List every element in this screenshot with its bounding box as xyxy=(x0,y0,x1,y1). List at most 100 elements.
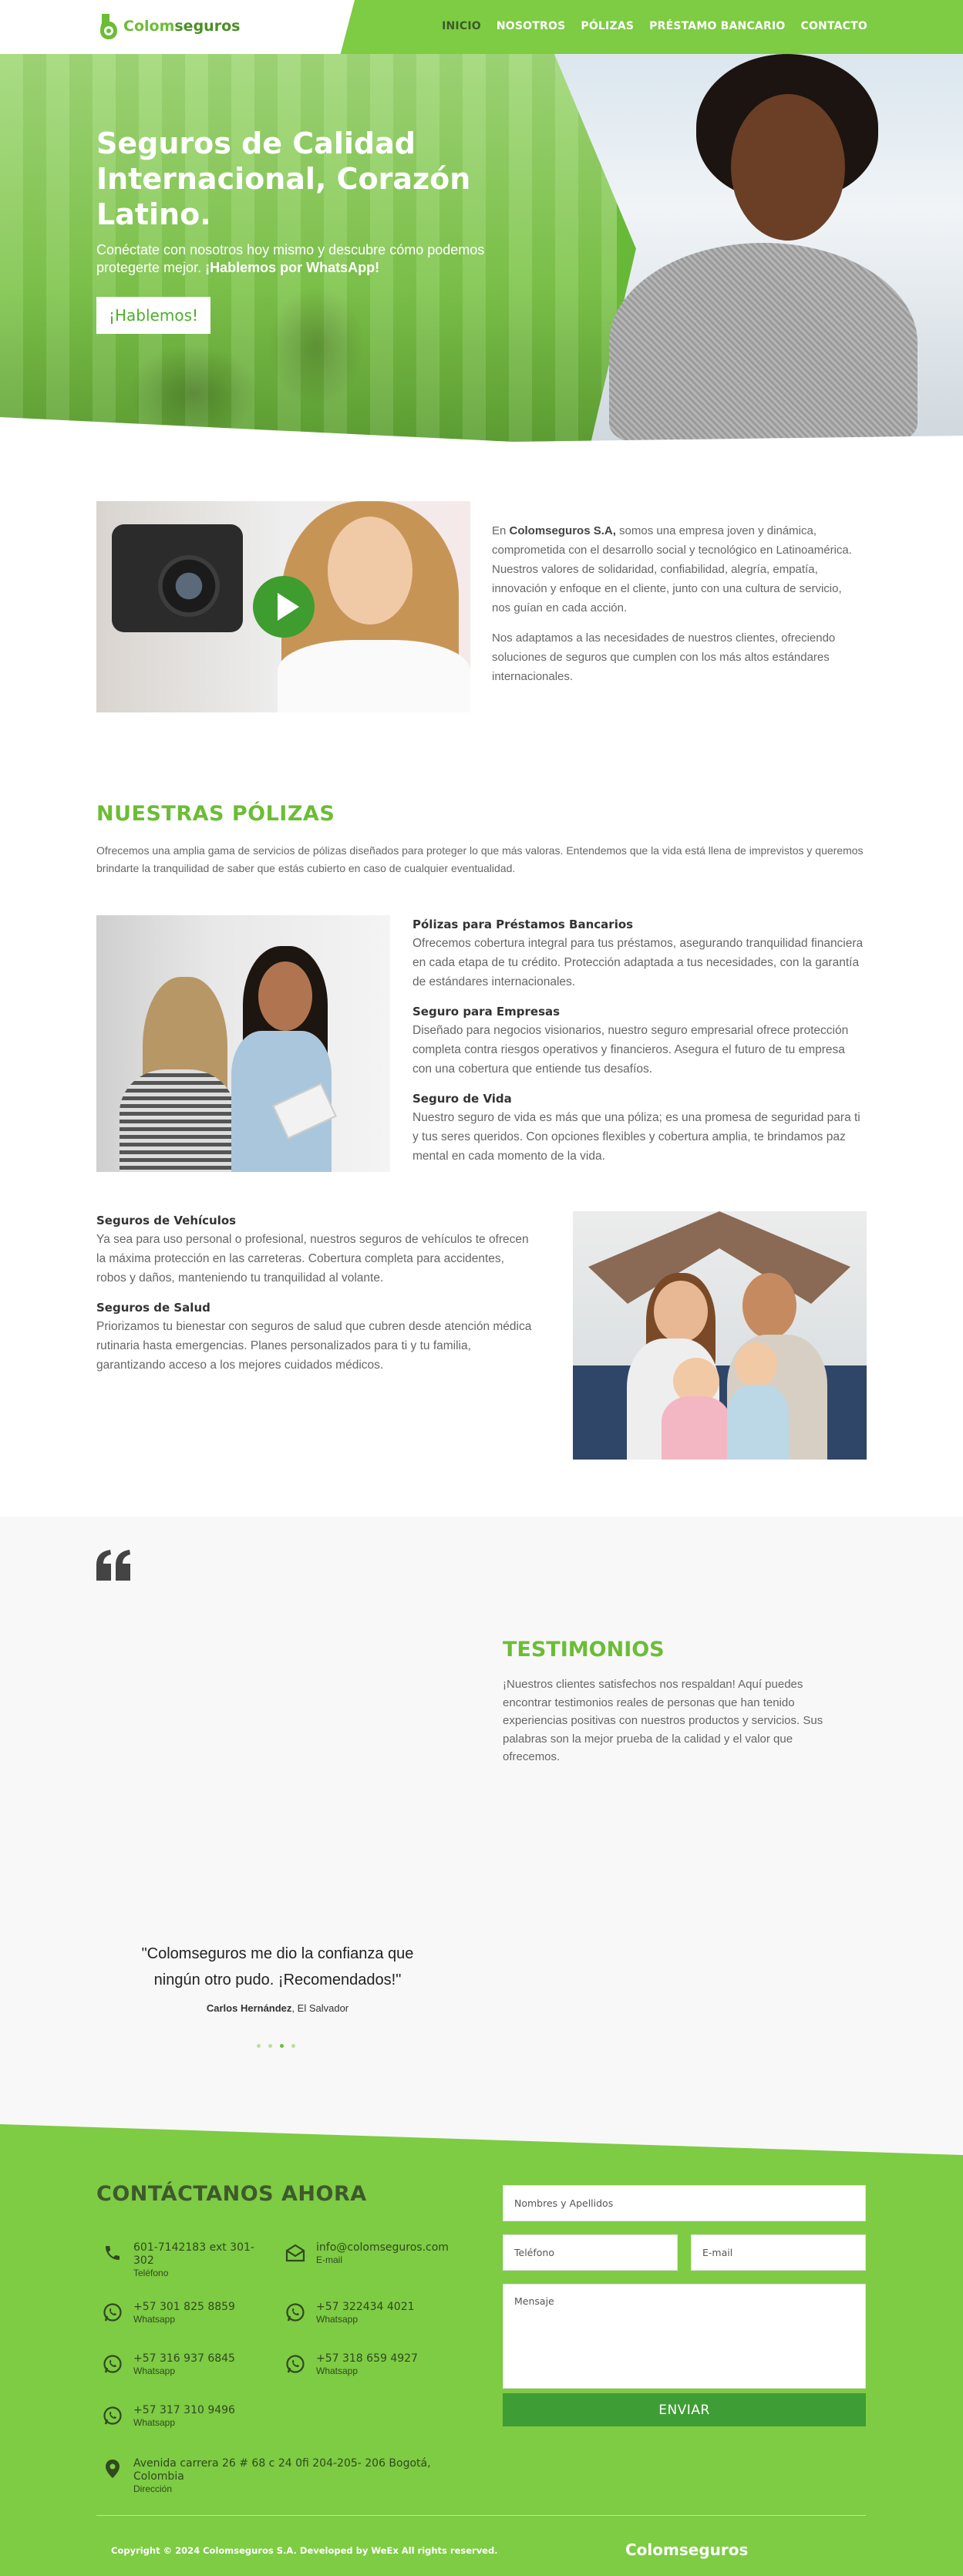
policies-title: NUESTRAS PÓLIZAS xyxy=(96,802,335,826)
contact-item-whatsapp: +57 316 937 6845 Whatsapp xyxy=(103,2352,235,2377)
photo-mother-face xyxy=(654,1281,708,1342)
name-field[interactable]: Nombres y Apellidos xyxy=(503,2185,866,2221)
whatsapp-icon xyxy=(285,2302,305,2322)
photo-woman1-body xyxy=(120,1069,235,1172)
whatsapp-icon xyxy=(285,2354,305,2374)
testimonial-author-location: , El Salvador xyxy=(291,2002,349,2014)
logo-icon xyxy=(99,12,119,40)
camera-shape xyxy=(112,524,243,632)
testimonial-author: Carlos Hernández, El Salvador xyxy=(123,2002,432,2014)
slider-dot[interactable] xyxy=(280,2044,284,2048)
contact-value[interactable]: info@colomseguros.com xyxy=(316,2241,449,2254)
testimonial-author-name: Carlos Hernández xyxy=(206,2002,292,2014)
policies-intro: Ofrecemos una amplia gama de servicios d… xyxy=(96,844,864,874)
contact-label: E-mail xyxy=(316,2254,343,2265)
testimonials-title: TESTIMONIOS xyxy=(503,1638,665,1662)
slider-dot[interactable] xyxy=(268,2044,272,2048)
hero-subtitle: Conéctate con nosotros hoy mismo y descu… xyxy=(96,241,497,277)
top-navbar: Colomseguros INICIO NOSOTROS PÓLIZAS PRÉ… xyxy=(0,0,963,54)
photo-father-face xyxy=(742,1273,796,1339)
policy-text: Nuestro seguro de vida es más que una pó… xyxy=(412,1111,860,1163)
testimonials-section: TESTIMONIOS ¡Nuestros clientes satisfech… xyxy=(0,1517,963,2118)
presenter-top xyxy=(278,640,470,712)
contact-label: Whatsapp xyxy=(133,2366,176,2376)
phone-field[interactable]: Teléfono xyxy=(503,2234,678,2271)
contact-label: Dirección xyxy=(133,2483,173,2494)
policies-women-photo xyxy=(96,915,390,1172)
send-button[interactable]: ENVIAR xyxy=(503,2393,866,2426)
location-pin-icon xyxy=(103,2459,123,2479)
phone-icon xyxy=(103,2243,123,2263)
logo-text-part2: seguros xyxy=(174,18,241,35)
contact-item-text: +57 318 659 4927 Whatsapp xyxy=(316,2352,418,2377)
slider-dot[interactable] xyxy=(257,2044,261,2048)
policy-text: Priorizamos tu bienestar con seguros de … xyxy=(96,1320,532,1372)
contact-label: Teléfono xyxy=(133,2268,169,2278)
contact-item-whatsapp: +57 301 825 8859 Whatsapp xyxy=(103,2301,235,2325)
contact-value[interactable]: +57 316 937 6845 xyxy=(133,2352,235,2366)
testimonial-quote: "Colomseguros me dio la confianza que ni… xyxy=(141,1945,414,1988)
mail-icon xyxy=(285,2243,305,2263)
main-menu: INICIO NOSOTROS PÓLIZAS PRÉSTAMO BANCARI… xyxy=(442,20,867,32)
contact-item-whatsapp: +57 322434 4021 Whatsapp xyxy=(285,2301,415,2325)
menu-item-contacto[interactable]: CONTACTO xyxy=(800,20,867,32)
menu-item-polizas[interactable]: PÓLIZAS xyxy=(581,20,634,32)
page: Colomseguros INICIO NOSOTROS PÓLIZAS PRÉ… xyxy=(0,0,963,2576)
policy-text: Ofrecemos cobertura integral para tus pr… xyxy=(412,937,864,988)
contact-item-text: +57 322434 4021 Whatsapp xyxy=(316,2301,415,2325)
menu-item-inicio[interactable]: INICIO xyxy=(442,20,481,32)
menu-item-prestamo-bancario[interactable]: PRÉSTAMO BANCARIO xyxy=(649,20,785,32)
about-company-name: Colomseguros S.A, xyxy=(509,524,616,537)
contact-value[interactable]: +57 301 825 8859 xyxy=(133,2301,235,2314)
footer-brand[interactable]: Colomseguros xyxy=(625,2541,748,2559)
policies-list-left: Seguros de Vehículos Ya sea para uso per… xyxy=(96,1211,536,1375)
about-paragraph-2: Nos adaptamos a las necesidades de nuest… xyxy=(492,631,836,683)
testimonials-description: ¡Nuestros clientes satisfechos nos respa… xyxy=(503,1678,823,1763)
contact-label: Whatsapp xyxy=(133,2417,176,2428)
policy-title: Seguros de Salud xyxy=(96,1301,210,1315)
contact-item-address: Avenida carrera 26 # 68 c 24 0fi 204-205… xyxy=(103,2457,442,2495)
about-p1-rest: somos una empresa joven y dinámica, comp… xyxy=(492,524,852,615)
menu-item-nosotros[interactable]: NOSOTROS xyxy=(497,20,566,32)
photo-girl-body xyxy=(662,1396,731,1460)
photo-boy-face xyxy=(735,1342,777,1387)
logo-text-part1: Colom xyxy=(123,18,175,35)
contact-value[interactable]: +57 318 659 4927 xyxy=(316,2352,418,2366)
contact-label: Whatsapp xyxy=(133,2314,176,2325)
footer-divider xyxy=(96,2515,866,2516)
quote-icon xyxy=(96,1550,132,1584)
about-text: En Colomseguros S.A, somos una empresa j… xyxy=(492,521,862,686)
policy-text: Ya sea para uso personal o profesional, … xyxy=(96,1233,529,1285)
photo-boy-body xyxy=(727,1385,789,1460)
contact-value[interactable]: +57 322434 4021 xyxy=(316,2301,415,2314)
hero-subtitle-whatsapp: ¡Hablemos por WhatsApp! xyxy=(205,260,380,275)
policies-family-photo xyxy=(573,1211,867,1460)
contact-title: CONTÁCTANOS AHORA xyxy=(96,2182,367,2206)
email-field[interactable]: E-mail xyxy=(691,2234,866,2271)
contact-item-text: 601-7142183 ext 301-302 Teléfono xyxy=(133,2241,257,2279)
about-video-thumbnail[interactable] xyxy=(96,501,470,712)
site-logo[interactable]: Colomseguros xyxy=(99,12,240,40)
contact-item-text: +57 317 310 9496 Whatsapp xyxy=(133,2404,235,2429)
contact-item-text: +57 316 937 6845 Whatsapp xyxy=(133,2352,235,2377)
play-icon[interactable] xyxy=(253,576,315,638)
logo-text: Colomseguros xyxy=(123,18,240,35)
policy-item: Seguro para Empresas Diseñado para negoc… xyxy=(412,1002,867,1079)
policy-title: Seguro de Vida xyxy=(412,1092,512,1106)
photo-cardboard-roof xyxy=(588,1211,850,1304)
about-paragraph-1: En Colomseguros S.A, somos una empresa j… xyxy=(492,521,862,618)
contact-item-whatsapp: +57 318 659 4927 Whatsapp xyxy=(285,2352,418,2377)
play-triangle xyxy=(278,593,299,621)
message-field[interactable]: Mensaje xyxy=(503,2284,866,2389)
hero-portrait-face xyxy=(731,94,845,241)
policy-item: Seguros de Salud Priorizamos tu bienesta… xyxy=(96,1298,536,1375)
camera-lens xyxy=(158,555,220,617)
hero-title: Seguros de Calidad Internacional, Corazó… xyxy=(96,126,471,231)
contact-value: Avenida carrera 26 # 68 c 24 0fi 204-205… xyxy=(133,2457,431,2483)
policy-text: Diseñado para negocios visionarios, nues… xyxy=(412,1024,849,1076)
hero-cta-button[interactable]: ¡Hablemos! xyxy=(96,297,210,334)
contact-value[interactable]: 601-7142183 ext 301-302 xyxy=(133,2241,257,2268)
slider-dot[interactable] xyxy=(291,2044,295,2048)
contact-value[interactable]: +57 317 310 9496 xyxy=(133,2404,235,2417)
contact-item-phone: 601-7142183 ext 301-302 Teléfono xyxy=(103,2241,257,2279)
